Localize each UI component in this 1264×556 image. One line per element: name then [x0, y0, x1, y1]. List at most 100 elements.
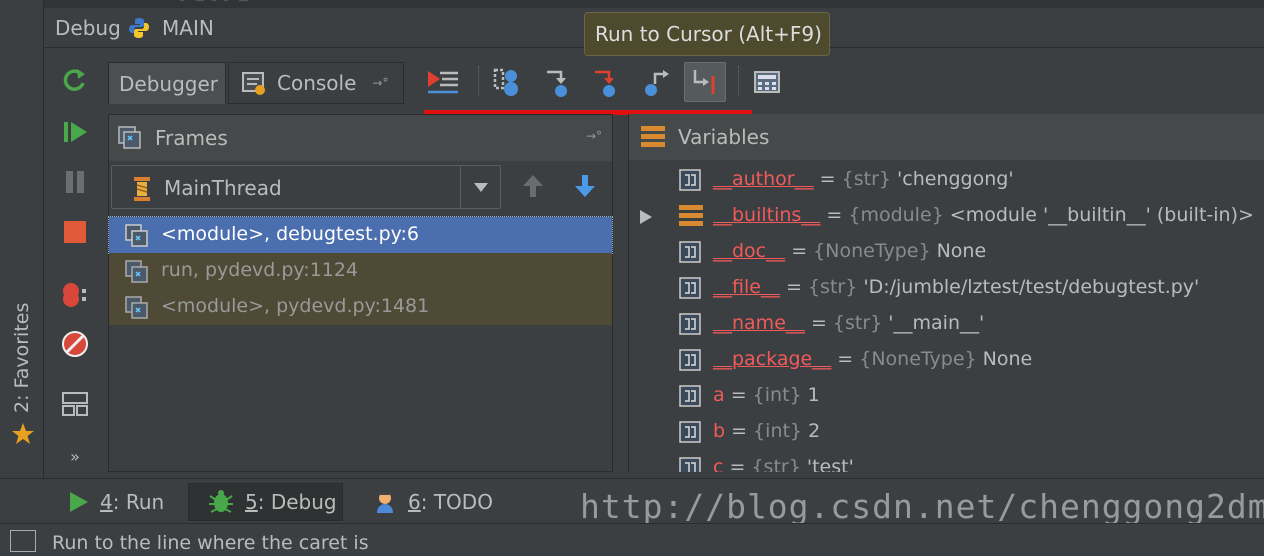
run-config-name: MAIN: [162, 16, 214, 40]
variable-equals: =: [730, 384, 747, 406]
pause-button[interactable]: [59, 166, 91, 198]
mute-breakpoints-icon: [62, 331, 88, 357]
variable-name: __doc__: [713, 240, 786, 262]
step-into-my-code-button[interactable]: [584, 62, 626, 102]
variables-icon: [641, 126, 665, 147]
step-into-icon: [547, 70, 567, 97]
frames-panel: Frames →° MainThread <module>, debugtest…: [108, 114, 613, 472]
step-into-my-code-icon: [595, 70, 615, 97]
frame-label: <module>, pydevd.py:1481: [161, 295, 430, 317]
variable-value: '__main__': [888, 312, 985, 334]
console-icon: [242, 72, 265, 95]
variable-type: {NoneType}: [859, 348, 977, 370]
tab-debug-label: : Debug: [257, 490, 337, 514]
variable-equals: =: [729, 456, 746, 472]
top-strip: ┘ └┘ ┘ ┘ └┘: [0, 0, 1264, 9]
expand-toggle[interactable]: [639, 208, 653, 230]
tab-todo[interactable]: 6: TODO: [372, 483, 502, 521]
resume-program-button[interactable]: [59, 116, 91, 148]
stop-button[interactable]: [59, 216, 91, 248]
field-icon: [679, 313, 701, 335]
status-toggle-icon[interactable]: [10, 530, 36, 552]
variable-row[interactable]: __file__ = {str} 'D:/jumble/lztest/test/…: [629, 270, 1264, 306]
variable-type: {str}: [807, 276, 858, 298]
step-into-button[interactable]: [536, 62, 578, 102]
show-execution-point-button[interactable]: [422, 62, 464, 102]
pin-icon[interactable]: →°: [586, 129, 602, 143]
more-actions-button[interactable]: »: [59, 440, 91, 472]
panel-title: Debug: [55, 16, 121, 40]
variable-equals: =: [731, 420, 748, 442]
status-text: Run to the line where the caret is: [52, 532, 369, 554]
tab-debugger[interactable]: Debugger: [108, 62, 226, 104]
frames-title: Frames: [155, 126, 228, 150]
frame-icon: [125, 296, 148, 319]
variable-value: None: [936, 240, 987, 262]
tab-run-number: 4: [100, 490, 113, 514]
variable-equals: =: [826, 204, 843, 226]
breakpoints-icon: [63, 283, 86, 307]
tab-debug[interactable]: 5: Debug: [188, 483, 343, 521]
field-icon: [679, 169, 701, 191]
variable-name: __name__: [713, 312, 805, 334]
step-over-icon: [493, 68, 518, 96]
variable-row[interactable]: __author__ = {str} 'chenggong': [629, 162, 1264, 198]
variable-row[interactable]: b = {int} 2: [629, 414, 1264, 450]
variable-name: c: [713, 456, 724, 472]
step-over-button[interactable]: [486, 62, 528, 102]
variable-row[interactable]: __package__ = {NoneType} None: [629, 342, 1264, 378]
tab-console[interactable]: Console →°: [228, 62, 404, 104]
thread-select[interactable]: MainThread: [111, 165, 501, 209]
variable-value: 'test': [806, 456, 854, 472]
expand-arrow-icon[interactable]: [639, 209, 653, 225]
step-out-button[interactable]: [634, 62, 676, 102]
dropdown-button[interactable]: [460, 166, 500, 208]
watermark: http://blog.csdn.net/chenggong2dm: [580, 487, 1264, 526]
frame-row[interactable]: <module>, pydevd.py:1481: [109, 289, 612, 325]
variable-row[interactable]: __name__ = {str} '__main__': [629, 306, 1264, 342]
variable-row[interactable]: __doc__ = {NoneType} None: [629, 234, 1264, 270]
evaluate-expression-button[interactable]: [746, 62, 788, 102]
debug-tabs-row: Debugger Console →°: [106, 58, 1264, 115]
variables-header: Variables: [629, 114, 1264, 160]
tab-console-label: Console: [277, 71, 357, 95]
variable-row[interactable]: a = {int} 1: [629, 378, 1264, 414]
variable-row[interactable]: __builtins__ = {module} <module '__built…: [629, 198, 1264, 234]
tab-run[interactable]: 4: Run: [64, 483, 182, 521]
pin-icon[interactable]: →°: [372, 76, 388, 90]
variable-value: 1: [807, 384, 820, 406]
arrow-up-icon[interactable]: [521, 173, 545, 199]
execution-point-icon: [428, 71, 458, 94]
arrow-down-icon[interactable]: [573, 173, 597, 199]
variable-row[interactable]: c = {str} 'test': [629, 450, 1264, 472]
thread-icon: [134, 177, 150, 201]
restore-layout-button[interactable]: [59, 388, 91, 420]
frame-row[interactable]: run, pydevd.py:1124: [109, 253, 612, 289]
field-icon: [679, 385, 701, 407]
rerun-button[interactable]: [59, 64, 91, 96]
view-breakpoints-button[interactable]: [59, 278, 91, 310]
variable-type: {str}: [841, 168, 891, 190]
tool-window-bar: 4: Run 5: Debug 6: TODO http://blog.csdn…: [0, 478, 1264, 526]
tab-todo-number: 6: [408, 490, 421, 514]
variable-equals: =: [819, 168, 836, 190]
variable-value: 'D:/jumble/lztest/test/debugtest.py': [863, 276, 1200, 298]
variable-value: 2: [808, 420, 821, 442]
field-icon: [679, 277, 701, 299]
favorites-tab[interactable]: 2: Favorites: [6, 298, 38, 418]
frame-row[interactable]: <module>, debugtest.py:6: [108, 216, 613, 254]
favorites-strip: 2: Favorites: [0, 0, 44, 478]
layout-icon: [62, 392, 88, 416]
step-out-icon: [645, 70, 669, 96]
bug-icon: [209, 490, 233, 513]
tab-debugger-label: Debugger: [119, 71, 218, 96]
run-to-cursor-button[interactable]: [684, 62, 726, 102]
variable-value: None: [982, 348, 1033, 370]
variable-type: {str}: [751, 456, 801, 472]
variable-equals: =: [791, 240, 808, 262]
mute-breakpoints-button[interactable]: [59, 328, 91, 360]
tab-debug-number: 5: [245, 490, 258, 514]
variable-value: 'chenggong': [897, 168, 1014, 190]
variable-equals: =: [837, 348, 854, 370]
variable-type: {str}: [832, 312, 883, 334]
